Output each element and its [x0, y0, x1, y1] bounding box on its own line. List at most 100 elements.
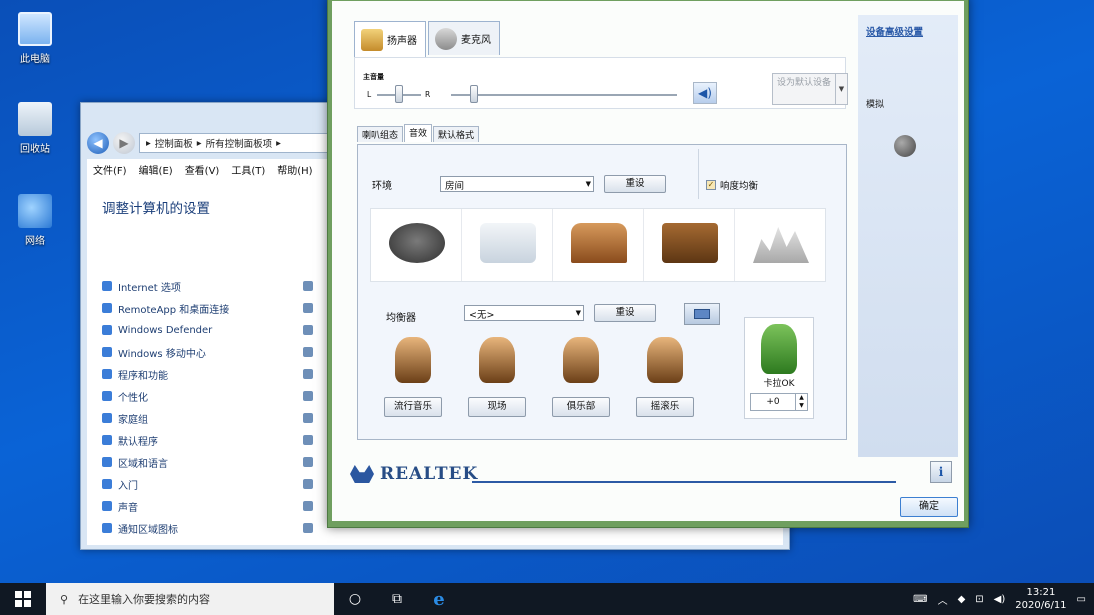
- divider: [698, 149, 699, 199]
- preset-live[interactable]: 现场: [468, 337, 526, 417]
- back-button[interactable]: ◀: [87, 132, 109, 154]
- menu-file[interactable]: 文件(F): [93, 162, 127, 177]
- network-tray-icon[interactable]: ⊡: [975, 594, 983, 605]
- chevron-right-icon: ▸: [146, 138, 151, 149]
- network-icon: [18, 194, 52, 228]
- karaoke-singer-icon[interactable]: [761, 324, 797, 374]
- list-item[interactable]: 程序和功能: [102, 363, 229, 385]
- karaoke-stepper[interactable]: +0 ▲▼: [750, 393, 808, 411]
- environment-select[interactable]: 房间 ▼: [440, 176, 594, 192]
- list-item[interactable]: Windows Defender: [102, 319, 229, 341]
- system-tray: ⌨ ︿ ◆ ⊡ ◀) 13:21 2020/6/11 ▭: [913, 583, 1094, 615]
- menu-edit[interactable]: 编辑(E): [139, 162, 173, 177]
- list-item[interactable]: 声音: [102, 495, 229, 517]
- realtek-footer: REALTEK i: [344, 461, 952, 485]
- preset-club[interactable]: 俱乐部: [552, 337, 610, 417]
- list-item[interactable]: [303, 275, 313, 297]
- computer-icon: [18, 12, 52, 46]
- volume-slider[interactable]: [470, 85, 478, 103]
- list-item[interactable]: [303, 451, 313, 473]
- environment-option[interactable]: [462, 209, 553, 281]
- stepper-arrows-icon[interactable]: ▲▼: [795, 394, 807, 410]
- list-item[interactable]: Windows 移动中心: [102, 341, 229, 363]
- environment-option[interactable]: [735, 209, 825, 281]
- control-panel-list: Internet 选项 RemoteApp 和桌面连接 Windows Defe…: [102, 275, 229, 539]
- tab-speakers[interactable]: 扬声器: [354, 21, 426, 57]
- keyboard-layout-icon[interactable]: ⌨: [913, 594, 927, 605]
- speaker-icon: [361, 29, 383, 51]
- equalizer-presets: 流行音乐 现场 俱乐部 摇滚乐: [384, 337, 704, 421]
- taskbar-search-box[interactable]: ⚲ 在这里输入你要搜索的内容: [46, 583, 334, 615]
- list-item[interactable]: [303, 495, 313, 517]
- list-item[interactable]: 家庭组: [102, 407, 229, 429]
- desktop-icon-network[interactable]: 网络: [0, 194, 70, 247]
- tab-sound-effects[interactable]: 音效: [404, 124, 432, 142]
- list-item[interactable]: [303, 363, 313, 385]
- equalizer-select[interactable]: <无> ▼: [464, 305, 584, 321]
- preset-pop[interactable]: 流行音乐: [384, 337, 442, 417]
- breadcrumb-item[interactable]: 所有控制面板项: [206, 136, 273, 150]
- list-item[interactable]: 入门: [102, 473, 229, 495]
- equalizer-reset-button[interactable]: 重设: [594, 304, 656, 322]
- cortana-button[interactable]: ○: [334, 583, 376, 615]
- environment-gallery: [370, 208, 826, 282]
- environment-option[interactable]: [553, 209, 644, 281]
- list-item[interactable]: [303, 429, 313, 451]
- list-item[interactable]: [303, 407, 313, 429]
- realtek-tray-icon[interactable]: ◆: [958, 594, 966, 605]
- set-default-device-dropdown[interactable]: 设为默认设备 ▼: [772, 73, 848, 105]
- list-item[interactable]: [303, 297, 313, 319]
- list-item[interactable]: 通知区域图标: [102, 517, 229, 539]
- list-item[interactable]: [303, 473, 313, 495]
- task-view-button[interactable]: ⧉: [376, 583, 418, 615]
- tab-default-format[interactable]: 默认格式: [433, 126, 479, 142]
- equalizer-label: 均衡器: [386, 309, 416, 324]
- applet-icon: [303, 413, 313, 423]
- preset-club-button[interactable]: 俱乐部: [552, 397, 610, 417]
- chevron-right-icon: ▸: [276, 138, 281, 149]
- default-programs-icon: [102, 435, 112, 445]
- menu-help[interactable]: 帮助(H): [277, 162, 312, 177]
- list-item[interactable]: 个性化: [102, 385, 229, 407]
- balance-slider[interactable]: [395, 85, 403, 103]
- edge-taskbar-button[interactable]: e: [418, 583, 460, 615]
- environment-reset-button[interactable]: 重设: [604, 175, 666, 193]
- forward-button[interactable]: ▶: [113, 132, 135, 154]
- analog-jack-icon[interactable]: [894, 135, 916, 157]
- list-item[interactable]: 默认程序: [102, 429, 229, 451]
- desktop-icon-this-pc[interactable]: 此电脑: [0, 12, 70, 65]
- menu-tools[interactable]: 工具(T): [231, 162, 265, 177]
- list-item[interactable]: [303, 341, 313, 363]
- info-button[interactable]: i: [930, 461, 952, 483]
- mute-button[interactable]: ◀): [693, 82, 717, 104]
- chevron-up-icon[interactable]: ︿: [938, 592, 948, 607]
- list-item[interactable]: RemoteApp 和桌面连接: [102, 297, 229, 319]
- preset-pop-button[interactable]: 流行音乐: [384, 397, 442, 417]
- environment-option[interactable]: [644, 209, 735, 281]
- start-button[interactable]: [0, 583, 46, 615]
- microphone-icon: [435, 28, 457, 50]
- preset-rock-button[interactable]: 摇滚乐: [636, 397, 694, 417]
- list-item[interactable]: [303, 517, 313, 539]
- preset-live-button[interactable]: 现场: [468, 397, 526, 417]
- desktop-icon-recycle-bin[interactable]: 回收站: [0, 102, 70, 155]
- list-item[interactable]: Internet 选项: [102, 275, 229, 297]
- list-item[interactable]: [303, 385, 313, 407]
- list-item[interactable]: 区域和语言: [102, 451, 229, 473]
- realtek-audio-manager-window[interactable]: 扬声器 麦克风 主音量 L R ◀) 设为默认设备 ▼ 设备高级设置 模拟: [327, 0, 969, 528]
- tab-microphone[interactable]: 麦克风: [428, 21, 500, 55]
- preset-rock[interactable]: 摇滚乐: [636, 337, 694, 417]
- device-advanced-settings-link[interactable]: 设备高级设置: [866, 24, 923, 38]
- graphic-eq-button[interactable]: [684, 303, 720, 325]
- applet-icon: [303, 523, 313, 533]
- breadcrumb-item[interactable]: 控制面板: [155, 136, 193, 150]
- environment-option[interactable]: [371, 209, 462, 281]
- menu-view[interactable]: 查看(V): [185, 162, 220, 177]
- clock[interactable]: 13:21 2020/6/11: [1015, 586, 1066, 612]
- loudness-equalization-checkbox[interactable]: ✓ 响度均衡: [706, 178, 758, 192]
- volume-tray-icon[interactable]: ◀): [994, 594, 1006, 605]
- ok-button[interactable]: 确定: [900, 497, 958, 517]
- notification-center-icon[interactable]: ▭: [1077, 594, 1086, 605]
- tab-speaker-config[interactable]: 喇叭组态: [357, 126, 403, 142]
- list-item[interactable]: [303, 319, 313, 341]
